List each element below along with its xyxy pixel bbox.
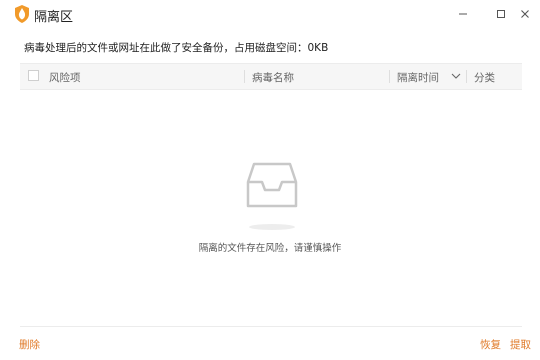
- footer-divider: [20, 326, 522, 327]
- empty-tray-icon: [246, 162, 298, 208]
- minimize-button[interactable]: [453, 4, 473, 24]
- minimize-icon: [459, 13, 467, 15]
- window-title: 隔离区: [34, 10, 74, 25]
- empty-state-message: 隔离的文件存在风险，请谨慎操作: [198, 243, 342, 254]
- column-risk-item[interactable]: 风险项: [49, 70, 81, 85]
- column-isolation-time[interactable]: 隔离时间: [397, 70, 439, 85]
- restore-button[interactable]: 恢复: [480, 337, 501, 352]
- maximize-button[interactable]: [491, 4, 511, 24]
- title-bar: 隔离区: [0, 0, 540, 28]
- column-divider: [466, 70, 467, 83]
- select-all-checkbox[interactable]: [28, 70, 39, 81]
- backup-info-text: 病毒处理后的文件或网址在此做了安全备份，占用磁盘空间：0KB: [24, 42, 329, 54]
- shield-icon: [15, 5, 29, 23]
- column-virus-name[interactable]: 病毒名称: [252, 70, 294, 85]
- column-divider: [244, 70, 245, 83]
- extract-button[interactable]: 提取: [510, 337, 531, 352]
- table-header: 风险项 病毒名称 隔离时间 分类: [20, 63, 522, 90]
- empty-tray-shadow: [249, 224, 295, 230]
- chevron-down-icon[interactable]: [451, 72, 461, 80]
- close-icon: [521, 10, 529, 18]
- close-button[interactable]: [515, 4, 535, 24]
- maximize-icon: [497, 10, 505, 18]
- delete-button[interactable]: 删除: [19, 337, 40, 352]
- column-divider: [389, 70, 390, 83]
- column-category[interactable]: 分类: [474, 70, 495, 85]
